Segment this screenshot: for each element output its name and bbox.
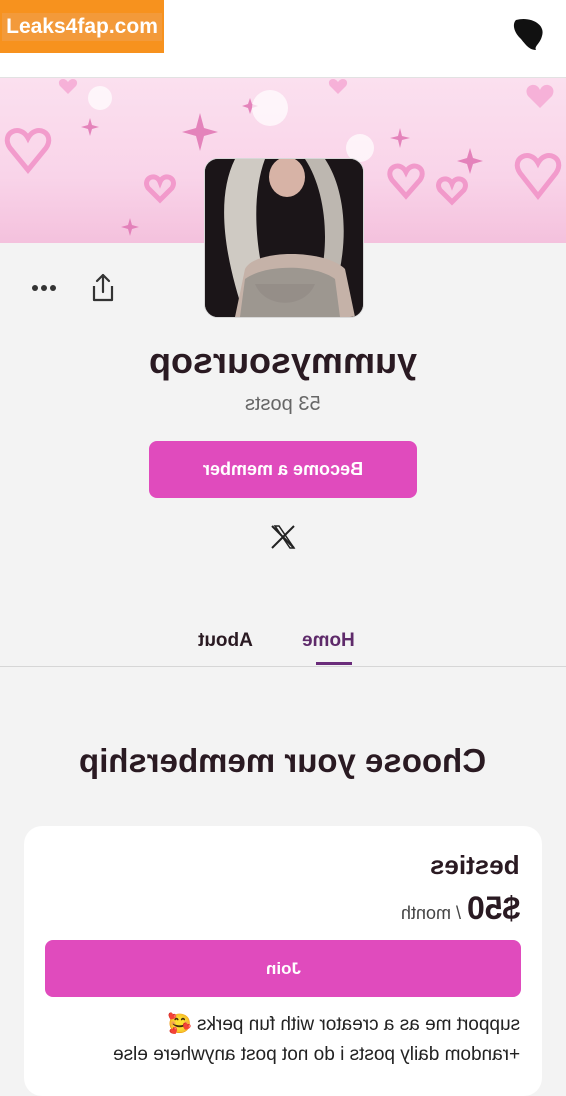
watermark-text: Leaks4fap.com [2, 12, 162, 41]
become-member-label: Become a member [202, 459, 364, 479]
tier-perk-text: +random daily posts i do not post anywhe… [112, 1044, 520, 1065]
avatar-photo [205, 159, 363, 317]
tier-name: besties [430, 850, 520, 881]
post-count-text: 53 posts [245, 393, 321, 415]
join-button-label: Join [265, 958, 301, 978]
more-horizontal-icon[interactable] [28, 278, 62, 298]
x-social-icon[interactable] [268, 522, 298, 552]
watermark-logo: Leaks4fap.com [0, 0, 164, 53]
tab-home[interactable]: Home [302, 630, 355, 652]
tier-perk-text: support me as a creator with fun perks 🥰 [167, 1014, 520, 1035]
tier-card: besties / month $50 Join support me as a… [24, 826, 542, 1096]
tier-perk: support me as a creator with fun perks 🥰 [168, 1012, 520, 1036]
patreon-logo-icon[interactable] [512, 16, 546, 52]
tab-home-label: Home [302, 630, 355, 651]
join-button[interactable]: Join [45, 940, 521, 997]
membership-section-title: Choose your membership [0, 742, 566, 780]
tier-period: / month [400, 903, 461, 923]
tier-price: / month $50 [401, 890, 520, 927]
tier-perk: +random daily posts i do not post anywhe… [113, 1044, 520, 1066]
membership-section-title-text: Choose your membership [79, 742, 487, 779]
post-count: 53 posts [0, 393, 566, 416]
creator-avatar[interactable] [204, 158, 364, 318]
become-member-button[interactable]: Become a member [149, 441, 417, 498]
active-tab-indicator [316, 662, 352, 665]
tab-about-label: About [198, 630, 253, 651]
tier-amount: $50 [466, 890, 520, 926]
tier-name-text: besties [430, 850, 520, 880]
tab-about[interactable]: About [198, 630, 253, 652]
tab-divider [0, 666, 566, 667]
share-icon[interactable] [88, 272, 118, 304]
creator-name: yummysoursop [0, 340, 566, 382]
top-bar: Leaks4fap.com [0, 0, 566, 78]
creator-name-text: yummysoursop [148, 340, 418, 381]
